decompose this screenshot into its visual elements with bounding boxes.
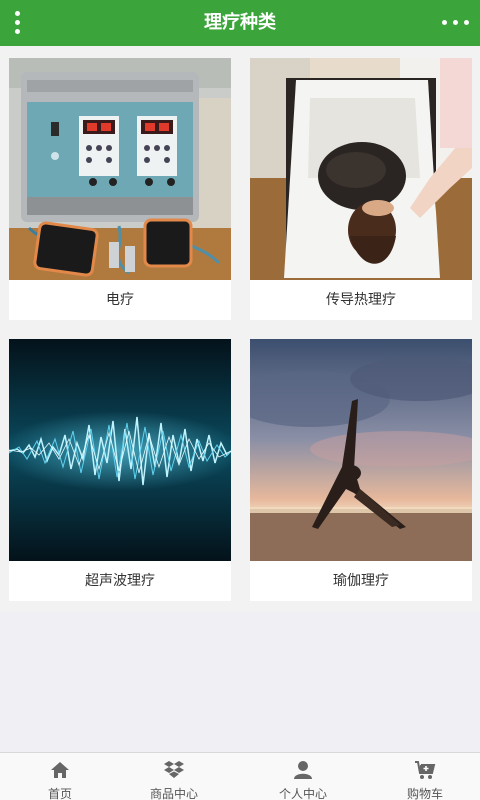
tab-label: 个人中心 <box>278 787 327 800</box>
home-icon <box>49 759 71 781</box>
category-card-ultrasound[interactable]: 超声波理疗 <box>9 339 231 601</box>
tab-products[interactable]: 商品中心 <box>114 753 234 800</box>
category-label: 瑜伽理疗 <box>333 573 389 589</box>
more-options-icon[interactable] <box>442 13 470 33</box>
yoga-image <box>250 339 472 561</box>
category-card-heat-therapy[interactable]: 传导热理疗 <box>250 58 472 320</box>
user-icon <box>292 759 314 781</box>
category-label: 电疗 <box>106 292 134 308</box>
category-card-yoga[interactable]: 瑜伽理疗 <box>250 339 472 601</box>
header-bar: 理疗种类 <box>0 0 480 46</box>
cart-icon <box>414 759 436 781</box>
dropbox-icon <box>163 759 185 781</box>
ultrasound-image <box>9 339 231 561</box>
tab-label: 商品中心 <box>149 787 198 800</box>
tab-profile[interactable]: 个人中心 <box>243 753 363 800</box>
tab-home[interactable]: 首页 <box>0 753 120 800</box>
tab-cart[interactable]: 购物车 <box>365 753 480 800</box>
heat-therapy-image <box>250 58 472 280</box>
tab-label: 首页 <box>47 787 72 800</box>
bottom-tab-bar: 首页 商品中心 个人中心 购物车 <box>0 752 480 800</box>
page-title: 理疗种类 <box>204 12 276 33</box>
tab-label: 购物车 <box>406 787 443 800</box>
category-label: 超声波理疗 <box>85 573 155 589</box>
category-card-electrotherapy[interactable]: 电疗 <box>9 58 231 320</box>
category-label: 传导热理疗 <box>326 292 396 308</box>
category-grid: 电疗 传导热理疗 超声波理疗 瑜伽理疗 <box>0 46 480 612</box>
electrotherapy-image <box>9 58 231 280</box>
